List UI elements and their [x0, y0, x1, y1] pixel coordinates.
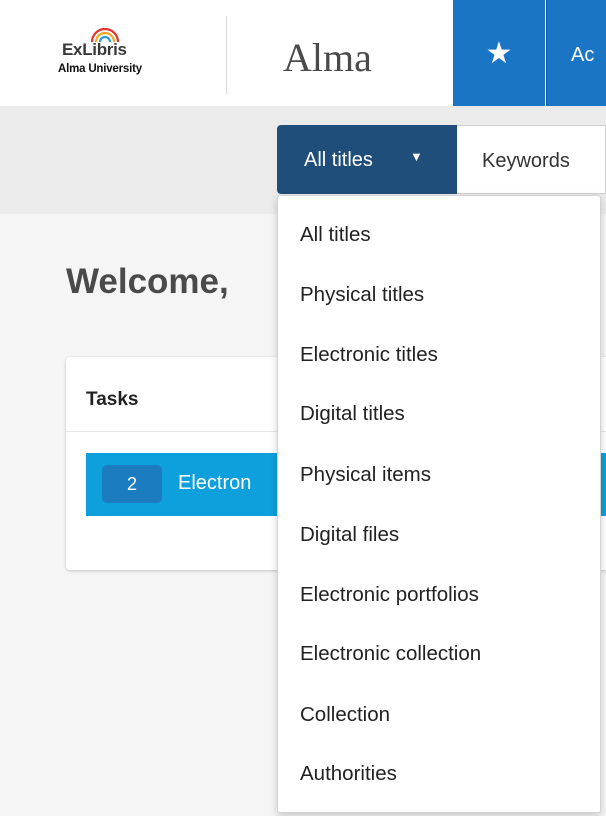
logo-text: ExLibris — [62, 40, 127, 59]
star-icon: ★ — [485, 36, 513, 70]
menu-item-authorities[interactable]: Authorities — [300, 762, 397, 786]
header-divider — [226, 16, 227, 94]
search-scope-dropdown[interactable]: All titles ▼ — [277, 125, 457, 194]
menu-item-all-titles[interactable]: All titles — [300, 223, 371, 247]
account-button-label: Ac — [571, 44, 595, 66]
search-scope-menu: All titles Physical titles Electronic ti… — [277, 195, 601, 813]
menu-item-digital-titles[interactable]: Digital titles — [300, 402, 405, 426]
exlibris-logo[interactable]: ExLibris Alma University — [58, 27, 178, 78]
caret-down-icon: ▼ — [410, 149, 423, 164]
menu-item-physical-titles[interactable]: Physical titles — [300, 283, 424, 307]
search-field-selector[interactable]: Keywords — [457, 125, 606, 194]
app-title: Alma — [283, 35, 372, 80]
task-label: Electron — [178, 472, 252, 494]
menu-item-electronic-titles[interactable]: Electronic titles — [300, 343, 438, 367]
search-scope-label: All titles — [304, 149, 373, 171]
menu-item-electronic-collection[interactable]: Electronic collection — [300, 642, 481, 666]
task-count-badge: 2 — [102, 465, 162, 503]
menu-item-digital-files[interactable]: Digital files — [300, 523, 399, 547]
favorites-button[interactable]: ★ — [453, 0, 545, 106]
menu-item-physical-items[interactable]: Physical items — [300, 463, 431, 487]
welcome-heading: Welcome, — [66, 262, 229, 301]
tasks-title: Tasks — [86, 389, 139, 410]
search-field-label: Keywords — [482, 150, 570, 172]
menu-item-collection[interactable]: Collection — [300, 703, 390, 727]
menu-item-electronic-portfolios[interactable]: Electronic portfolios — [300, 583, 479, 607]
account-button[interactable]: Ac — [546, 0, 606, 106]
institution-name: Alma University — [58, 63, 142, 75]
top-header: ExLibris Alma University Alma ★ Ac — [0, 0, 606, 106]
